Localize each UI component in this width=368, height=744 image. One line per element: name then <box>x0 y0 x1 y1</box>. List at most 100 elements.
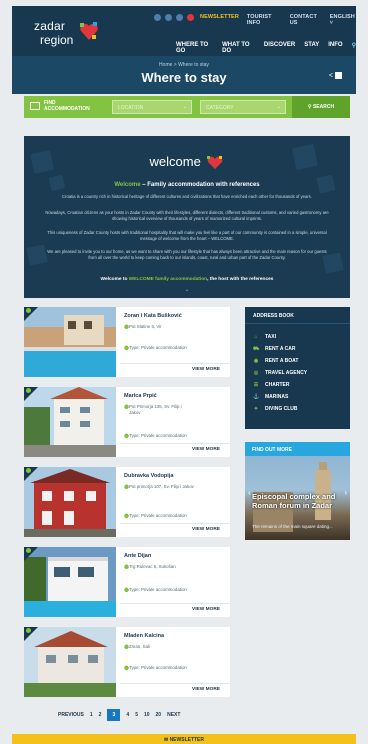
chevron-down-icon[interactable]: ⌄ <box>24 286 350 293</box>
twitter-icon[interactable] <box>165 14 172 21</box>
pagination-previous[interactable]: PREVIOUS <box>58 712 84 718</box>
divider <box>120 443 230 444</box>
welcome-paragraph: Nowadays, Croatian citizens as your host… <box>45 210 329 221</box>
top-nav-newsletter[interactable]: NEWSLETTER <box>200 14 239 26</box>
top-nav-tourist-info[interactable]: TOURIST INFO <box>247 14 282 26</box>
listing-photo[interactable] <box>24 467 116 537</box>
nav-discover[interactable]: DISCOVER <box>264 42 295 54</box>
listing-type: Type: Private accommodation <box>129 345 187 350</box>
find-out-more-panel[interactable]: FIND OUT MORE Episcopal complex and Roma… <box>245 442 350 540</box>
listing-address: Put Primorja 135, Sv. Filip i Jakov <box>129 404 182 415</box>
social-links <box>154 14 194 21</box>
listing-type: Type: Private accommodation <box>129 665 187 670</box>
address-book-item-travel-agency[interactable]: ◎ TRAVEL AGENCY <box>253 370 307 376</box>
welcome-heart-icon <box>207 155 223 169</box>
carousel-prev-icon[interactable]: ‹ <box>248 488 251 497</box>
facebook-icon[interactable] <box>154 14 161 21</box>
welcome-badge-icon <box>26 628 31 633</box>
pagination-page[interactable]: 5 <box>135 712 138 718</box>
language-selector[interactable]: ENGLISH ˅ <box>330 14 356 26</box>
logo-heart-icon <box>80 22 98 40</box>
find-out-more-title: FIND OUT MORE <box>245 442 350 456</box>
pin-icon: ◎ <box>253 370 259 376</box>
address-book-item-rent-a-car[interactable]: ⛟ RENT A CAR <box>253 346 295 352</box>
welcome-logo: welcome <box>24 154 350 170</box>
nav-stay[interactable]: STAY <box>304 42 319 54</box>
listing-photo[interactable] <box>24 547 116 617</box>
address-book-panel: ADDRESS BOOK ⌂ TAXI ⛟ RENT A CAR ◉ RENT A B… <box>245 307 350 429</box>
view-more-button[interactable]: VIEW MORE <box>192 527 220 532</box>
listing-card[interactable]: Zoran i Kata Bušković ⬤ Put Slatine 5, V… <box>24 307 230 377</box>
address-book-title: ADDRESS BOOK <box>253 313 294 319</box>
mail-icon: ✉ <box>163 737 169 743</box>
top-nav: NEWSLETTER TOURIST INFO CONTACT US ENGLI… <box>200 14 356 26</box>
listing-name[interactable]: Zoran i Kata Bušković <box>124 313 182 319</box>
listing-address: Put Slatine 5, Vir <box>129 324 162 329</box>
divider <box>120 683 230 684</box>
search-button[interactable]: ⚲ SEARCH <box>292 96 350 118</box>
promo-subtitle: The remains of the main square dating... <box>252 524 333 529</box>
address-book-item-rent-a-boat[interactable]: ◉ RENT A BOAT <box>253 358 299 364</box>
nav-info[interactable]: INFO <box>328 42 342 54</box>
view-more-button[interactable]: VIEW MORE <box>192 367 220 372</box>
address-book-item-charter[interactable]: ☰ CHARTER <box>253 382 290 388</box>
view-more-button[interactable]: VIEW MORE <box>192 447 220 452</box>
divider <box>120 363 230 364</box>
pagination-current-page[interactable]: 3 <box>107 709 121 721</box>
youtube-icon[interactable] <box>187 14 194 21</box>
pagination-page[interactable]: 2 <box>99 712 102 718</box>
top-nav-contact[interactable]: CONTACT US <box>290 14 322 26</box>
listing-photo[interactable] <box>24 387 116 457</box>
listing-type: Type: Private accommodation <box>129 587 187 592</box>
share-icon[interactable]: < <box>329 72 342 79</box>
welcome-paragraph: We are pleased to invite you to our home… <box>47 249 327 260</box>
search-icon[interactable]: ⚲ <box>352 42 356 54</box>
nav-what-to-do[interactable]: WHAT TO DO <box>222 42 255 54</box>
view-more-button[interactable]: VIEW MORE <box>192 607 220 612</box>
welcome-badge-icon <box>26 468 31 473</box>
view-more-button[interactable]: VIEW MORE <box>192 687 220 692</box>
category-select[interactable]: CATEGORY ⌄ <box>200 100 286 114</box>
diver-icon: ✦ <box>253 406 259 412</box>
logo-text-region: region <box>40 33 74 47</box>
pagination: PREVIOUS 1 2 3 4 5 10 20 NEXT <box>58 709 180 721</box>
accommodation-search-bar: FIND ACCOMMODATION LOCATION ⌄ CATEGORY ⌄ ⚲ … <box>24 96 350 118</box>
pagination-page[interactable]: 10 <box>144 712 150 718</box>
pagination-page[interactable]: 1 <box>90 712 93 718</box>
bed-icon <box>30 102 40 110</box>
site-logo[interactable]: zadar region <box>34 19 104 49</box>
logo-text-zadar: zadar <box>34 19 66 33</box>
page-title: Where to stay <box>141 70 227 85</box>
listing-name[interactable]: Mladen Kalcina <box>124 633 164 639</box>
pagination-next[interactable]: NEXT <box>167 712 180 718</box>
listing-card[interactable]: Ante Dijan ⬤ Trg Rulevac 6, Sukošan ⬤ Ty… <box>24 547 230 617</box>
listing-address: Trg Rulevac 6, Sukošan <box>129 564 176 569</box>
welcome-badge-icon <box>26 548 31 553</box>
address-book-item-taxi[interactable]: ⌂ TAXI <box>253 334 276 340</box>
nav-where-to-go[interactable]: WHERE TO GO <box>176 42 213 54</box>
address-book-item-marinas[interactable]: ⚓ MARINAS <box>253 394 288 400</box>
page-hero: Home > Where to stay Where to stay < <box>12 56 356 94</box>
location-select[interactable]: LOCATION ⌄ <box>112 100 192 114</box>
listing-card[interactable]: Marica Prpić ⬤ Put Primorja 135, Sv. Fil… <box>24 387 230 457</box>
breadcrumb[interactable]: Home > Where to stay <box>12 62 356 68</box>
listing-address: Zman, Sali <box>129 644 150 649</box>
divider <box>120 603 230 604</box>
listing-type: Type: Private accommodation <box>129 433 187 438</box>
listing-name[interactable]: Marica Prpić <box>124 393 157 399</box>
listing-photo[interactable] <box>24 307 116 377</box>
welcome-badge-icon <box>26 388 31 393</box>
welcome-footer: Welcome to WELCOME family accommodation,… <box>100 277 274 282</box>
promo-caption[interactable]: Episcopal complex and Roman forum in Zad… <box>252 492 346 510</box>
listing-name[interactable]: Ante Dijan <box>124 553 151 559</box>
address-book-item-diving-club[interactable]: ✦ DIVING CLUB <box>253 406 298 412</box>
carousel-next-icon[interactable]: › <box>344 488 347 497</box>
listing-card[interactable]: Mladen Kalcina ⬤ Zman, Sali ⬤ Type: Priv… <box>24 627 230 697</box>
newsletter-bar[interactable]: ✉ NEWSLETTER <box>12 734 356 744</box>
listing-card[interactable]: Dubravka Vodopija ⬤ Put primorja 107, Sv… <box>24 467 230 537</box>
listing-name[interactable]: Dubravka Vodopija <box>124 473 173 479</box>
pagination-page[interactable]: 20 <box>156 712 162 718</box>
instagram-icon[interactable] <box>176 14 183 21</box>
pagination-page[interactable]: 4 <box>126 712 129 718</box>
listing-photo[interactable] <box>24 627 116 697</box>
